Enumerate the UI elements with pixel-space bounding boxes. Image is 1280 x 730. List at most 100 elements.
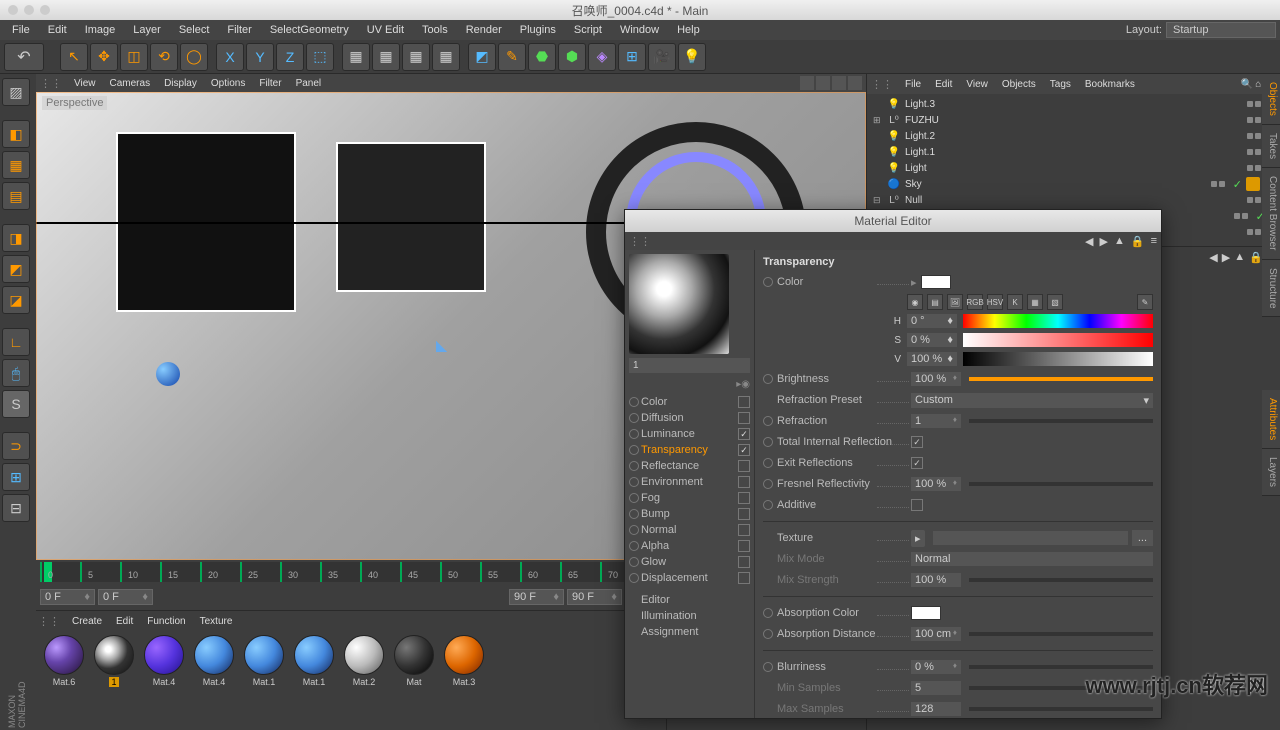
tab-objects[interactable]: Objects bbox=[1262, 74, 1280, 125]
snap-icon[interactable]: S bbox=[2, 390, 30, 418]
tir-checkbox[interactable]: ✓ bbox=[911, 436, 923, 448]
object-row[interactable]: 💡Light.3✓ bbox=[869, 96, 1278, 112]
menu-selectgeometry[interactable]: SelectGeometry bbox=[262, 22, 357, 38]
fresnel-slider[interactable] bbox=[969, 482, 1153, 486]
vp-options[interactable]: Options bbox=[205, 77, 251, 90]
start-frame-field[interactable]: 0 F♦ bbox=[98, 589, 153, 605]
refraction-slider[interactable] bbox=[969, 419, 1153, 423]
object-name[interactable]: Light.1 bbox=[905, 147, 1243, 158]
y-axis-icon[interactable]: Y bbox=[246, 43, 274, 71]
tab-layers[interactable]: Layers bbox=[1262, 449, 1280, 496]
expand-icon[interactable]: ⊟ bbox=[873, 195, 883, 206]
move-tool-icon[interactable]: ✥ bbox=[90, 43, 118, 71]
channel-illumination[interactable]: Illumination bbox=[629, 608, 750, 624]
channel-checkbox[interactable] bbox=[738, 508, 750, 520]
channel-editor[interactable]: Editor bbox=[629, 592, 750, 608]
material-item[interactable]: Mat.4 bbox=[142, 635, 186, 687]
visibility-dots[interactable] bbox=[1247, 197, 1261, 203]
channel-bump[interactable]: Bump bbox=[629, 506, 750, 522]
material-item[interactable]: Mat.3 bbox=[442, 635, 486, 687]
menu-script[interactable]: Script bbox=[566, 22, 610, 38]
workplane-icon[interactable]: ▤ bbox=[2, 182, 30, 210]
channel-anim-toggle[interactable] bbox=[629, 397, 639, 407]
object-name[interactable]: Null bbox=[905, 195, 1243, 206]
channel-checkbox[interactable] bbox=[738, 460, 750, 472]
vp-filter[interactable]: Filter bbox=[253, 77, 287, 90]
channel-checkbox[interactable] bbox=[738, 572, 750, 584]
object-row[interactable]: 🔵Sky✓ bbox=[869, 176, 1278, 192]
end-visible-field[interactable]: 90 F♦ bbox=[509, 589, 564, 605]
texture-browse-button[interactable]: ... bbox=[1132, 530, 1153, 546]
lock-icon[interactable]: 🔒 bbox=[1131, 235, 1145, 248]
channel-diffusion[interactable]: Diffusion bbox=[629, 410, 750, 426]
om-objects[interactable]: Objects bbox=[996, 78, 1042, 91]
om-edit[interactable]: Edit bbox=[929, 78, 958, 91]
refraction-field[interactable]: 1♦ bbox=[911, 414, 961, 428]
compositing-tag-icon[interactable] bbox=[1246, 177, 1260, 191]
anim-toggle[interactable] bbox=[763, 458, 773, 468]
end-frame-field[interactable]: 90 F♦ bbox=[567, 589, 622, 605]
channel-checkbox[interactable]: ✓ bbox=[738, 428, 750, 440]
mat-edit[interactable]: Edit bbox=[110, 615, 139, 628]
brightness-field[interactable]: 100 %♦ bbox=[911, 372, 961, 386]
channel-checkbox[interactable] bbox=[738, 540, 750, 552]
anim-toggle[interactable] bbox=[763, 662, 773, 672]
blur-field[interactable]: 0 %♦ bbox=[911, 660, 961, 674]
menu-filter[interactable]: Filter bbox=[219, 22, 259, 38]
mat-create[interactable]: Create bbox=[66, 615, 108, 628]
select-tool-icon[interactable]: ↖ bbox=[60, 43, 88, 71]
object-row[interactable]: 💡Light.1✓ bbox=[869, 144, 1278, 160]
menu-help[interactable]: Help bbox=[669, 22, 708, 38]
nav-up-icon[interactable]: ▲ bbox=[1114, 235, 1125, 248]
channel-checkbox[interactable] bbox=[738, 492, 750, 504]
rotate-tool-icon[interactable]: ⟲ bbox=[150, 43, 178, 71]
channel-fog[interactable]: Fog bbox=[629, 490, 750, 506]
locked-workplane-icon[interactable]: ⊟ bbox=[2, 494, 30, 522]
mat-texture[interactable]: Texture bbox=[194, 615, 239, 628]
visibility-dots[interactable] bbox=[1211, 181, 1225, 187]
sat-slider[interactable] bbox=[963, 333, 1153, 347]
visibility-dots[interactable] bbox=[1247, 117, 1261, 123]
channel-checkbox[interactable] bbox=[738, 396, 750, 408]
menu-tools[interactable]: Tools bbox=[414, 22, 456, 38]
vp-nav-layout-icon[interactable] bbox=[848, 76, 862, 90]
minimize-window-icon[interactable] bbox=[24, 5, 34, 15]
channel-color[interactable]: Color bbox=[629, 394, 750, 410]
absorption-color-swatch[interactable] bbox=[911, 606, 941, 620]
eyedropper-icon[interactable]: ✎ bbox=[1137, 294, 1153, 310]
fresnel-field[interactable]: 100 %♦ bbox=[911, 477, 961, 491]
mixer-icon[interactable]: ▦ bbox=[1027, 294, 1043, 310]
mat-function[interactable]: Function bbox=[141, 615, 191, 628]
nav-fwd-icon[interactable]: ▶ bbox=[1100, 235, 1108, 248]
object-row[interactable]: 💡Light✓ bbox=[869, 160, 1278, 176]
magnet-icon[interactable]: ⊃ bbox=[2, 432, 30, 460]
object-row[interactable]: ⊟L⁰Null✓ bbox=[869, 192, 1278, 208]
channel-assignment[interactable]: Assignment bbox=[629, 624, 750, 640]
tab-attributes[interactable]: Attributes bbox=[1262, 390, 1280, 449]
additive-checkbox[interactable] bbox=[911, 499, 923, 511]
layout-dropdown[interactable]: Startup bbox=[1166, 22, 1276, 38]
brightness-slider[interactable] bbox=[969, 377, 1153, 381]
color-wheel-icon[interactable]: ◉ bbox=[907, 294, 923, 310]
maximize-window-icon[interactable] bbox=[40, 5, 50, 15]
channel-transparency[interactable]: Transparency✓ bbox=[629, 442, 750, 458]
generator-icon[interactable]: ⬢ bbox=[558, 43, 586, 71]
object-row[interactable]: ⊞L⁰FUZHU✓ bbox=[869, 112, 1278, 128]
channel-anim-toggle[interactable] bbox=[629, 525, 639, 535]
material-item[interactable]: Mat.1 bbox=[292, 635, 336, 687]
workplane-snap-icon[interactable]: ⊞ bbox=[2, 463, 30, 491]
channel-anim-toggle[interactable] bbox=[629, 573, 639, 583]
nav-back-icon[interactable]: ◀ bbox=[1085, 235, 1093, 248]
object-name[interactable]: Light bbox=[905, 163, 1243, 174]
visibility-dots[interactable] bbox=[1234, 213, 1248, 219]
x-axis-icon[interactable]: X bbox=[216, 43, 244, 71]
deformer-icon[interactable]: ◈ bbox=[588, 43, 616, 71]
channel-reflectance[interactable]: Reflectance bbox=[629, 458, 750, 474]
render-view-icon[interactable]: ▦ bbox=[342, 43, 370, 71]
attr-back-icon[interactable]: ◀ bbox=[1209, 251, 1217, 264]
material-item[interactable]: 1 bbox=[92, 635, 136, 687]
val-slider[interactable] bbox=[963, 352, 1153, 366]
channel-luminance[interactable]: Luminance✓ bbox=[629, 426, 750, 442]
pen-tool-icon[interactable]: ✎ bbox=[498, 43, 526, 71]
menu-render[interactable]: Render bbox=[458, 22, 510, 38]
